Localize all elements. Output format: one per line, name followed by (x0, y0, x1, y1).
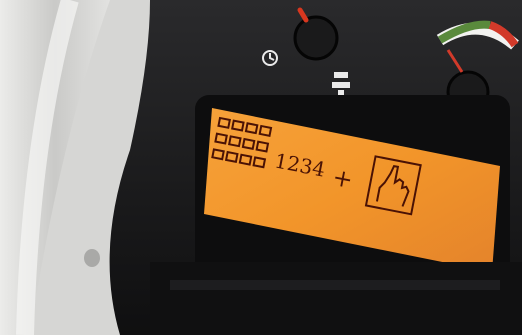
dashboard-photo: 1234 + (0, 0, 522, 335)
left-knob (293, 15, 339, 61)
wheel-bolt (84, 249, 100, 267)
lower-housing (150, 262, 522, 335)
